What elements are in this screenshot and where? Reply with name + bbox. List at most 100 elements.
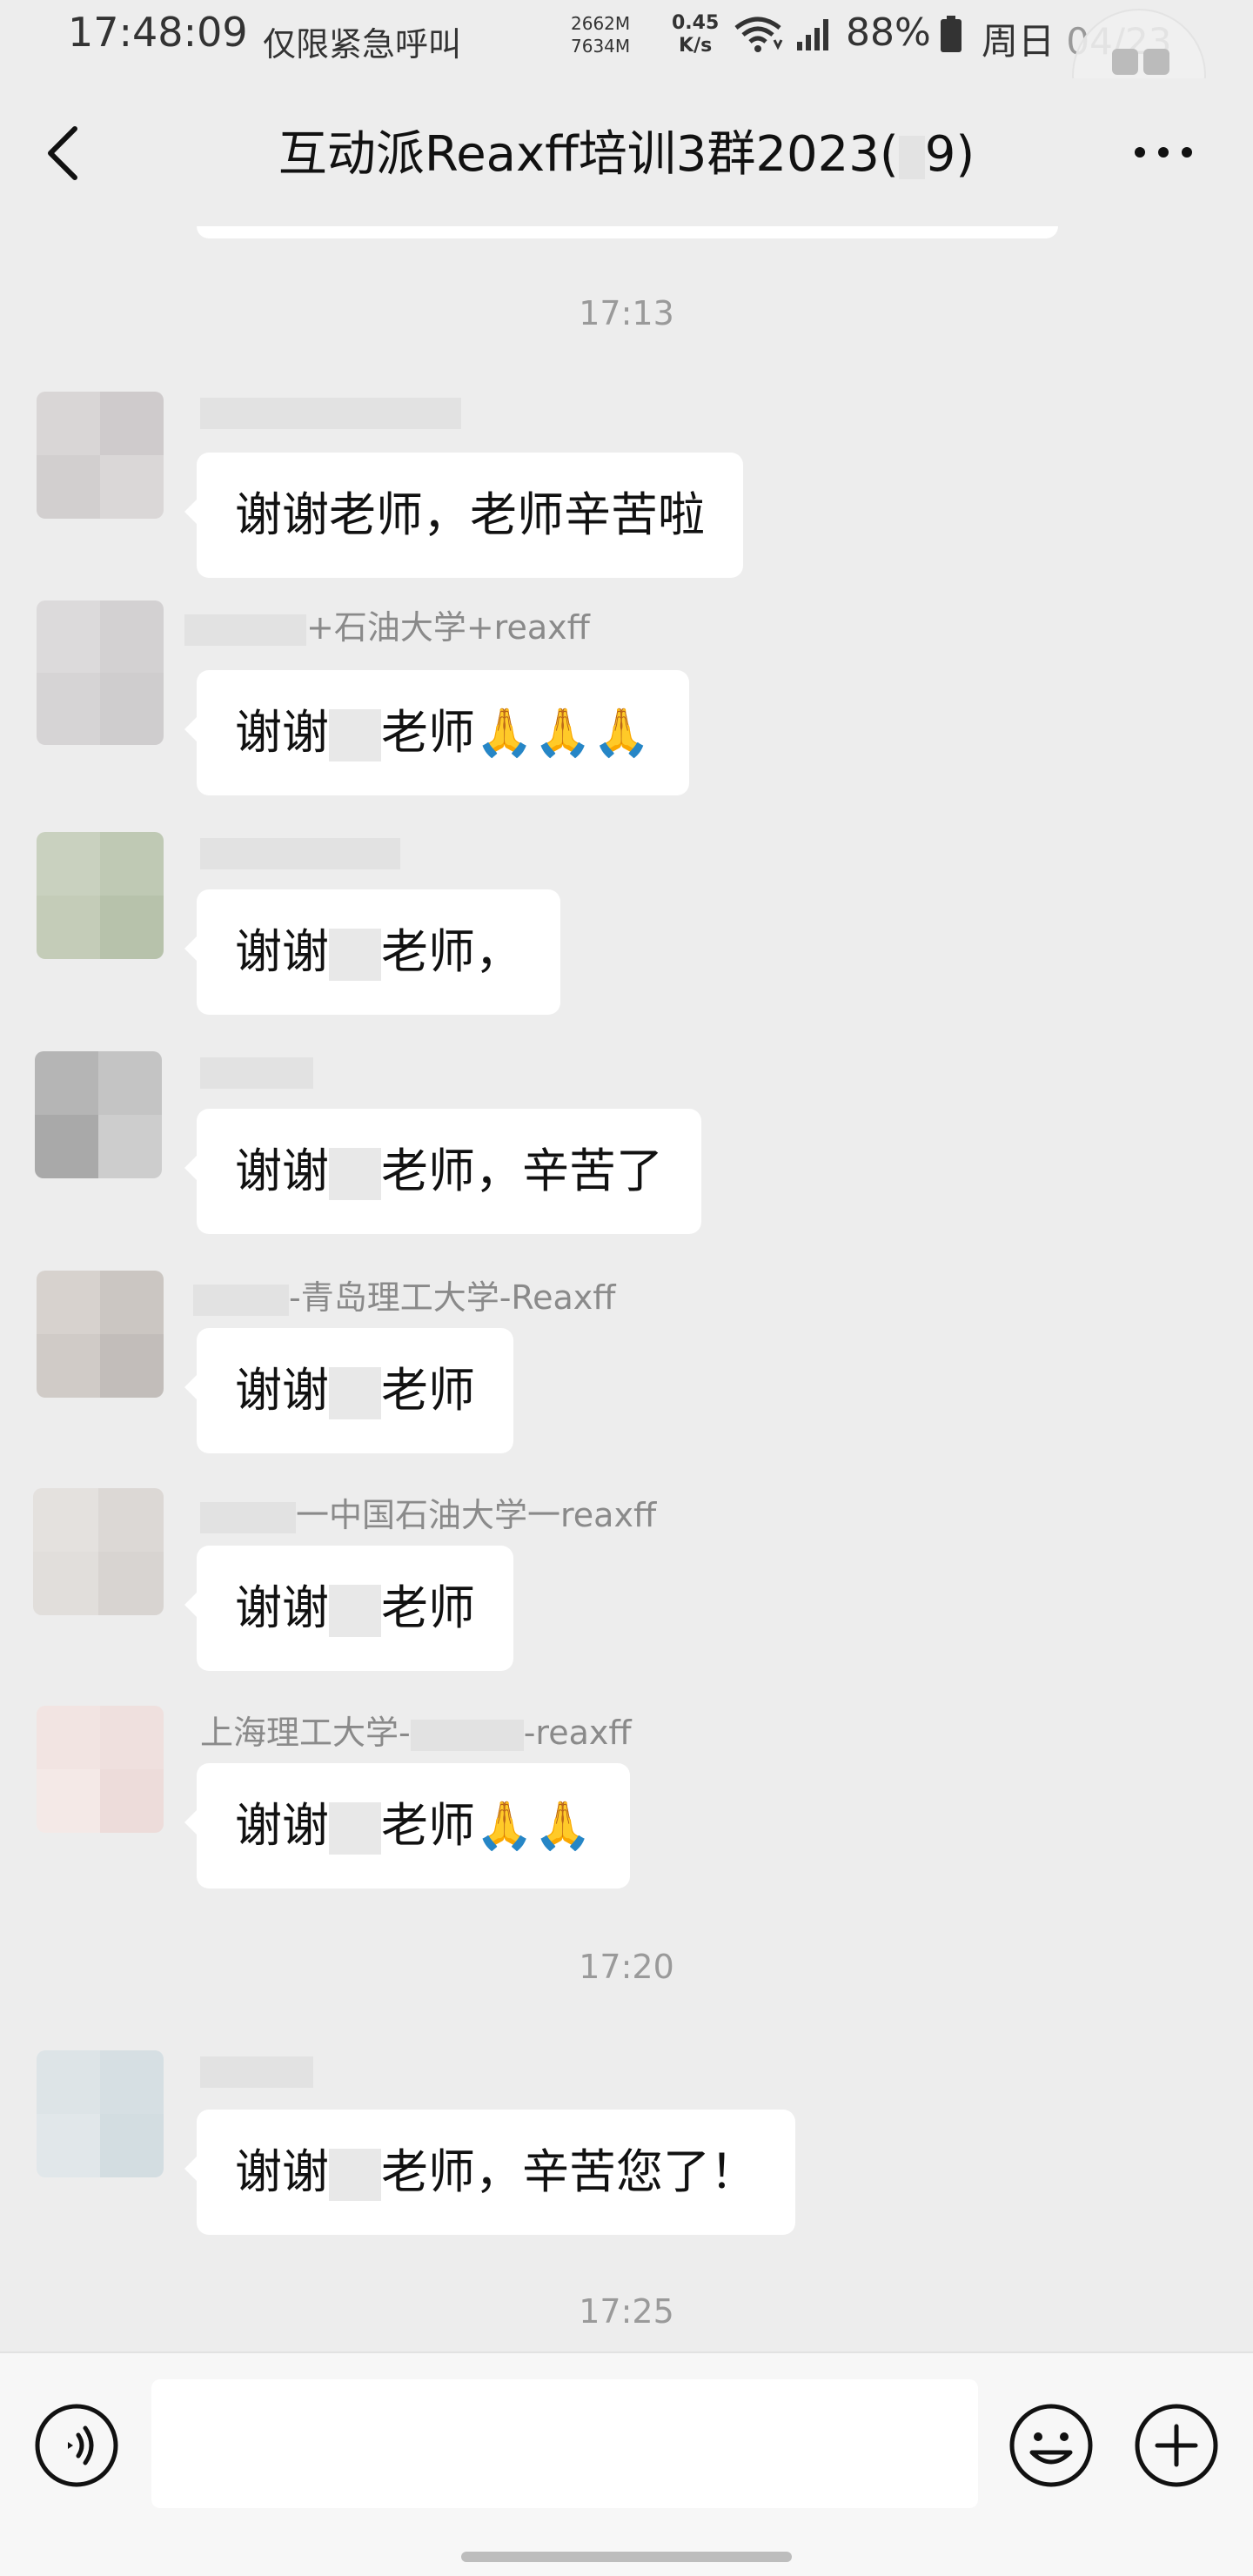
avatar[interactable] [37,1706,164,1833]
message-text: 谢谢 [235,1580,329,1635]
chat-input-bar [0,2351,1253,2576]
avatar-pixel [100,392,164,455]
redaction-block [200,1057,313,1089]
floating-grid-square [1143,49,1169,75]
status-memory-used: 2662M [571,13,631,34]
avatar[interactable] [35,1051,162,1178]
avatar-pixel [35,1051,98,1115]
avatar-pixel [100,2050,164,2114]
folded-hands-emoji: 🙏🙏 [475,1798,593,1853]
message-text: 谢谢 [235,1363,329,1418]
message-text: 老师，辛苦您了！ [381,2144,757,2199]
message-bubble[interactable]: 谢谢 老师，辛苦了 [184,1109,701,1234]
avatar[interactable] [37,392,164,519]
sender-name [200,392,461,430]
sender-name-text: 上海理工大学- [200,1714,411,1752]
redaction-block [329,1148,381,1201]
message-text: 谢谢老师，老师辛苦啦 [235,487,705,542]
avatar-pixel [37,455,100,519]
redaction-block [200,837,400,869]
message-input[interactable] [151,2379,978,2508]
emoji-icon[interactable] [1008,2402,1095,2489]
signal-icon [797,19,828,50]
avatar-pixel [100,673,164,745]
message-bubble[interactable]: 谢谢 老师，辛苦您了！ [184,2110,795,2235]
sender-name: 一中国石油大学一reaxff [200,1488,656,1536]
avatar-pixel [37,673,100,745]
avatar-pixel [100,1334,164,1398]
chat-title-count: 9) [924,126,975,183]
avatar-pixel [37,1334,100,1398]
message-text: 谢谢 [235,2144,329,2199]
message-bubble[interactable]: 谢谢 老师 [184,1328,513,1453]
avatar-pixel [98,1115,162,1178]
avatar-pixel [37,2050,100,2114]
message-text: 老师 [381,1580,475,1635]
redaction-block [193,1284,289,1316]
avatar[interactable] [37,832,164,959]
redaction-block [329,1585,381,1638]
message-timestamp: 17:20 [579,1948,674,1986]
message-bubble[interactable]: 谢谢老师，老师辛苦啦 [184,453,743,578]
sender-name: 上海理工大学- -reaxff [200,1706,632,1754]
message-text: 谢谢 [235,1144,329,1198]
sender-name: -青岛理工大学-Reaxff [193,1271,615,1318]
avatar-pixel [100,1271,164,1334]
avatar-pixel [37,600,100,673]
redaction-block [898,135,925,179]
avatar-pixel [37,1706,100,1769]
message-text: 老师 [381,1798,475,1853]
avatar[interactable] [37,1271,164,1398]
chat-title: 互动派Reaxff培训3群2023( 9) [0,115,1253,185]
avatar-pixel [100,455,164,519]
message-bubble[interactable]: 谢谢 老师🙏🙏🙏 [184,670,689,795]
avatar-pixel [35,1115,98,1178]
avatar[interactable] [37,600,164,745]
message-timestamp: 17:13 [579,294,674,332]
avatar[interactable] [37,2050,164,2177]
message-bubble [197,226,1058,238]
message-bubble[interactable]: 谢谢 老师， [184,889,560,1015]
message-text: 老师，辛苦了 [381,1144,663,1198]
avatar-pixel [98,1552,164,1615]
avatar-pixel [33,1488,98,1552]
redaction-block [329,1367,381,1420]
message-list[interactable]: 17:13 谢谢老师，老师辛苦啦 +石油大学+reaxff 谢谢 老师🙏🙏🙏 谢… [0,226,1253,2351]
voice-icon[interactable] [33,2402,120,2489]
avatar[interactable] [33,1488,164,1615]
chat-title-main: 互动派Reaxff培训3群2023( [278,126,899,183]
redaction-block [410,1719,524,1751]
plus-icon[interactable] [1133,2402,1220,2489]
sender-name [200,832,400,870]
redaction-block [200,397,461,429]
message-text: 老师， [381,924,522,979]
avatar-pixel [100,1706,164,1769]
battery-percent: 88% [846,10,931,55]
message-text: 老师 [381,705,475,760]
sender-name-text: -青岛理工大学-Reaxff [289,1278,616,1317]
sender-name-text: +石油大学+reaxff [306,608,590,647]
avatar-pixel [98,1488,164,1552]
avatar-pixel [100,896,164,959]
avatar-pixel [37,1271,100,1334]
more-dots-icon[interactable] [1131,131,1196,174]
redaction-block [200,1501,296,1533]
wifi-icon [734,17,783,52]
redaction-block [329,2149,381,2202]
status-memory-total: 7634M [571,36,631,57]
sender-name-text: 一中国石油大学一reaxff [296,1496,657,1534]
message-bubble[interactable]: 谢谢 老师🙏🙏 [184,1763,631,1888]
avatar-pixel [37,896,100,959]
home-indicator[interactable] [461,2552,792,2562]
sender-name [200,1051,313,1090]
sender-name-text: -reaxff [523,1714,632,1752]
message-bubble[interactable]: 谢谢 老师 [184,1546,513,1671]
avatar-pixel [37,832,100,896]
message-timestamp: 17:25 [579,2292,674,2331]
status-weekday: 周日 [982,20,1055,63]
avatar-pixel [33,1552,98,1615]
chat-header: 互动派Reaxff培训3群2023( 9) [0,78,1253,226]
avatar-pixel [37,2114,100,2177]
avatar-pixel [100,2114,164,2177]
sender-name [200,2050,313,2089]
